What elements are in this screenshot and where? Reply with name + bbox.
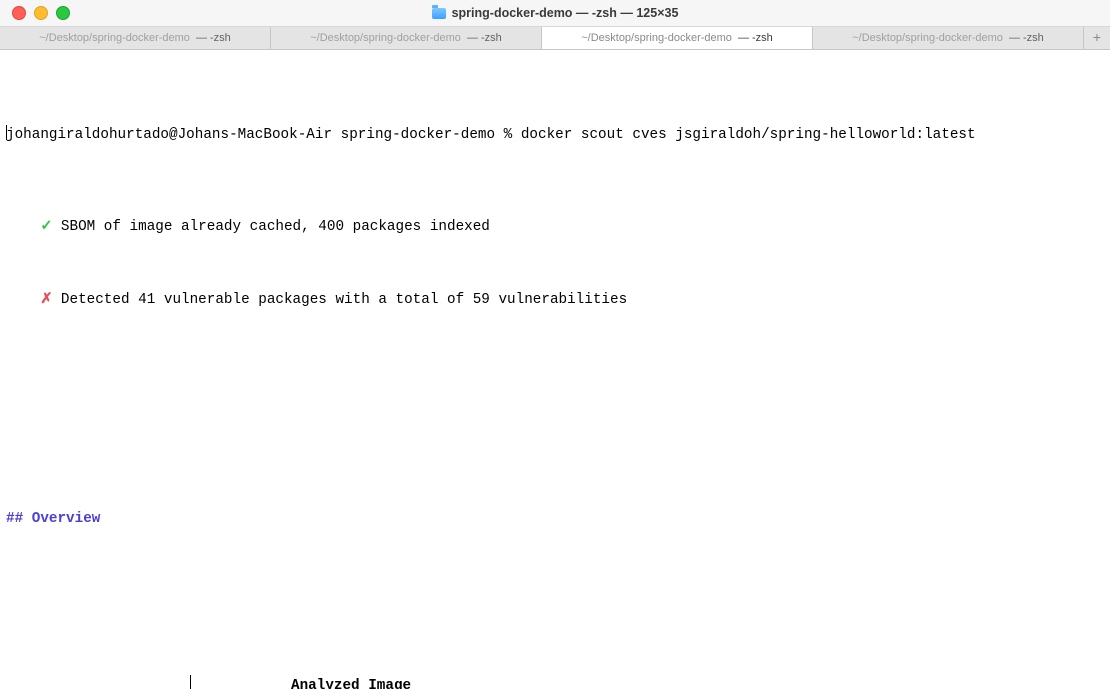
status-text: SBOM of image already cached, 400 packag…	[61, 219, 490, 235]
prompt-symbol: %	[504, 127, 513, 143]
terminal-tab[interactable]: ~/Desktop/spring-docker-demo — -zsh	[271, 27, 542, 49]
window-titlebar: spring-docker-demo — -zsh — 125×35	[0, 0, 1110, 27]
tab-path: ~/Desktop/spring-docker-demo	[310, 31, 461, 45]
tab-bar: ~/Desktop/spring-docker-demo — -zsh ~/De…	[0, 27, 1110, 50]
overview-header-right: Analyzed Image	[191, 675, 1104, 689]
new-tab-button[interactable]: +	[1084, 27, 1110, 49]
tab-path: ~/Desktop/spring-docker-demo	[39, 31, 190, 45]
tab-path: ~/Desktop/spring-docker-demo	[852, 31, 1003, 45]
window-title-text: spring-docker-demo — -zsh — 125×35	[452, 5, 679, 21]
check-icon: ✓	[40, 219, 52, 235]
prompt-line: johangiraldohurtado@Johans-MacBook-Air s…	[6, 125, 1104, 144]
terminal-output[interactable]: johangiraldohurtado@Johans-MacBook-Air s…	[0, 50, 1110, 689]
section-heading-overview: ## Overview	[6, 510, 1104, 528]
cross-icon: ✗	[40, 292, 52, 308]
tab-path: ~/Desktop/spring-docker-demo	[581, 31, 732, 45]
tab-suffix: — -zsh	[196, 31, 231, 45]
blank-line	[6, 584, 1104, 602]
heading-text: ## Overview	[6, 511, 100, 527]
tab-suffix: — -zsh	[1009, 31, 1044, 45]
overview-header-left	[6, 675, 190, 689]
overview-header-text: Analyzed Image	[291, 677, 411, 689]
prompt-user-host: johangiraldohurtado@Johans-MacBook-Air	[6, 127, 332, 143]
folder-icon	[432, 8, 446, 19]
terminal-tab[interactable]: ~/Desktop/spring-docker-demo — -zsh	[813, 27, 1084, 49]
status-line-warn: ✗ Detected 41 vulnerable packages with a…	[6, 291, 1104, 309]
terminal-tab[interactable]: ~/Desktop/spring-docker-demo — -zsh	[0, 27, 271, 49]
blank-line	[6, 364, 1104, 382]
status-line-ok: ✓ SBOM of image already cached, 400 pack…	[6, 218, 1104, 236]
tab-suffix: — -zsh	[738, 31, 773, 45]
overview-table: Analyzed Image Target digest platform vu…	[6, 675, 1104, 689]
tab-suffix: — -zsh	[467, 31, 502, 45]
terminal-tab[interactable]: ~/Desktop/spring-docker-demo — -zsh	[542, 27, 813, 49]
status-text: Detected 41 vulnerable packages with a t…	[61, 292, 627, 308]
window-title: spring-docker-demo — -zsh — 125×35	[0, 5, 1110, 21]
prompt-command: docker scout cves jsgiraldoh/spring-hell…	[521, 127, 976, 143]
prompt-cwd: spring-docker-demo	[341, 127, 495, 143]
blank-line	[6, 419, 1104, 437]
